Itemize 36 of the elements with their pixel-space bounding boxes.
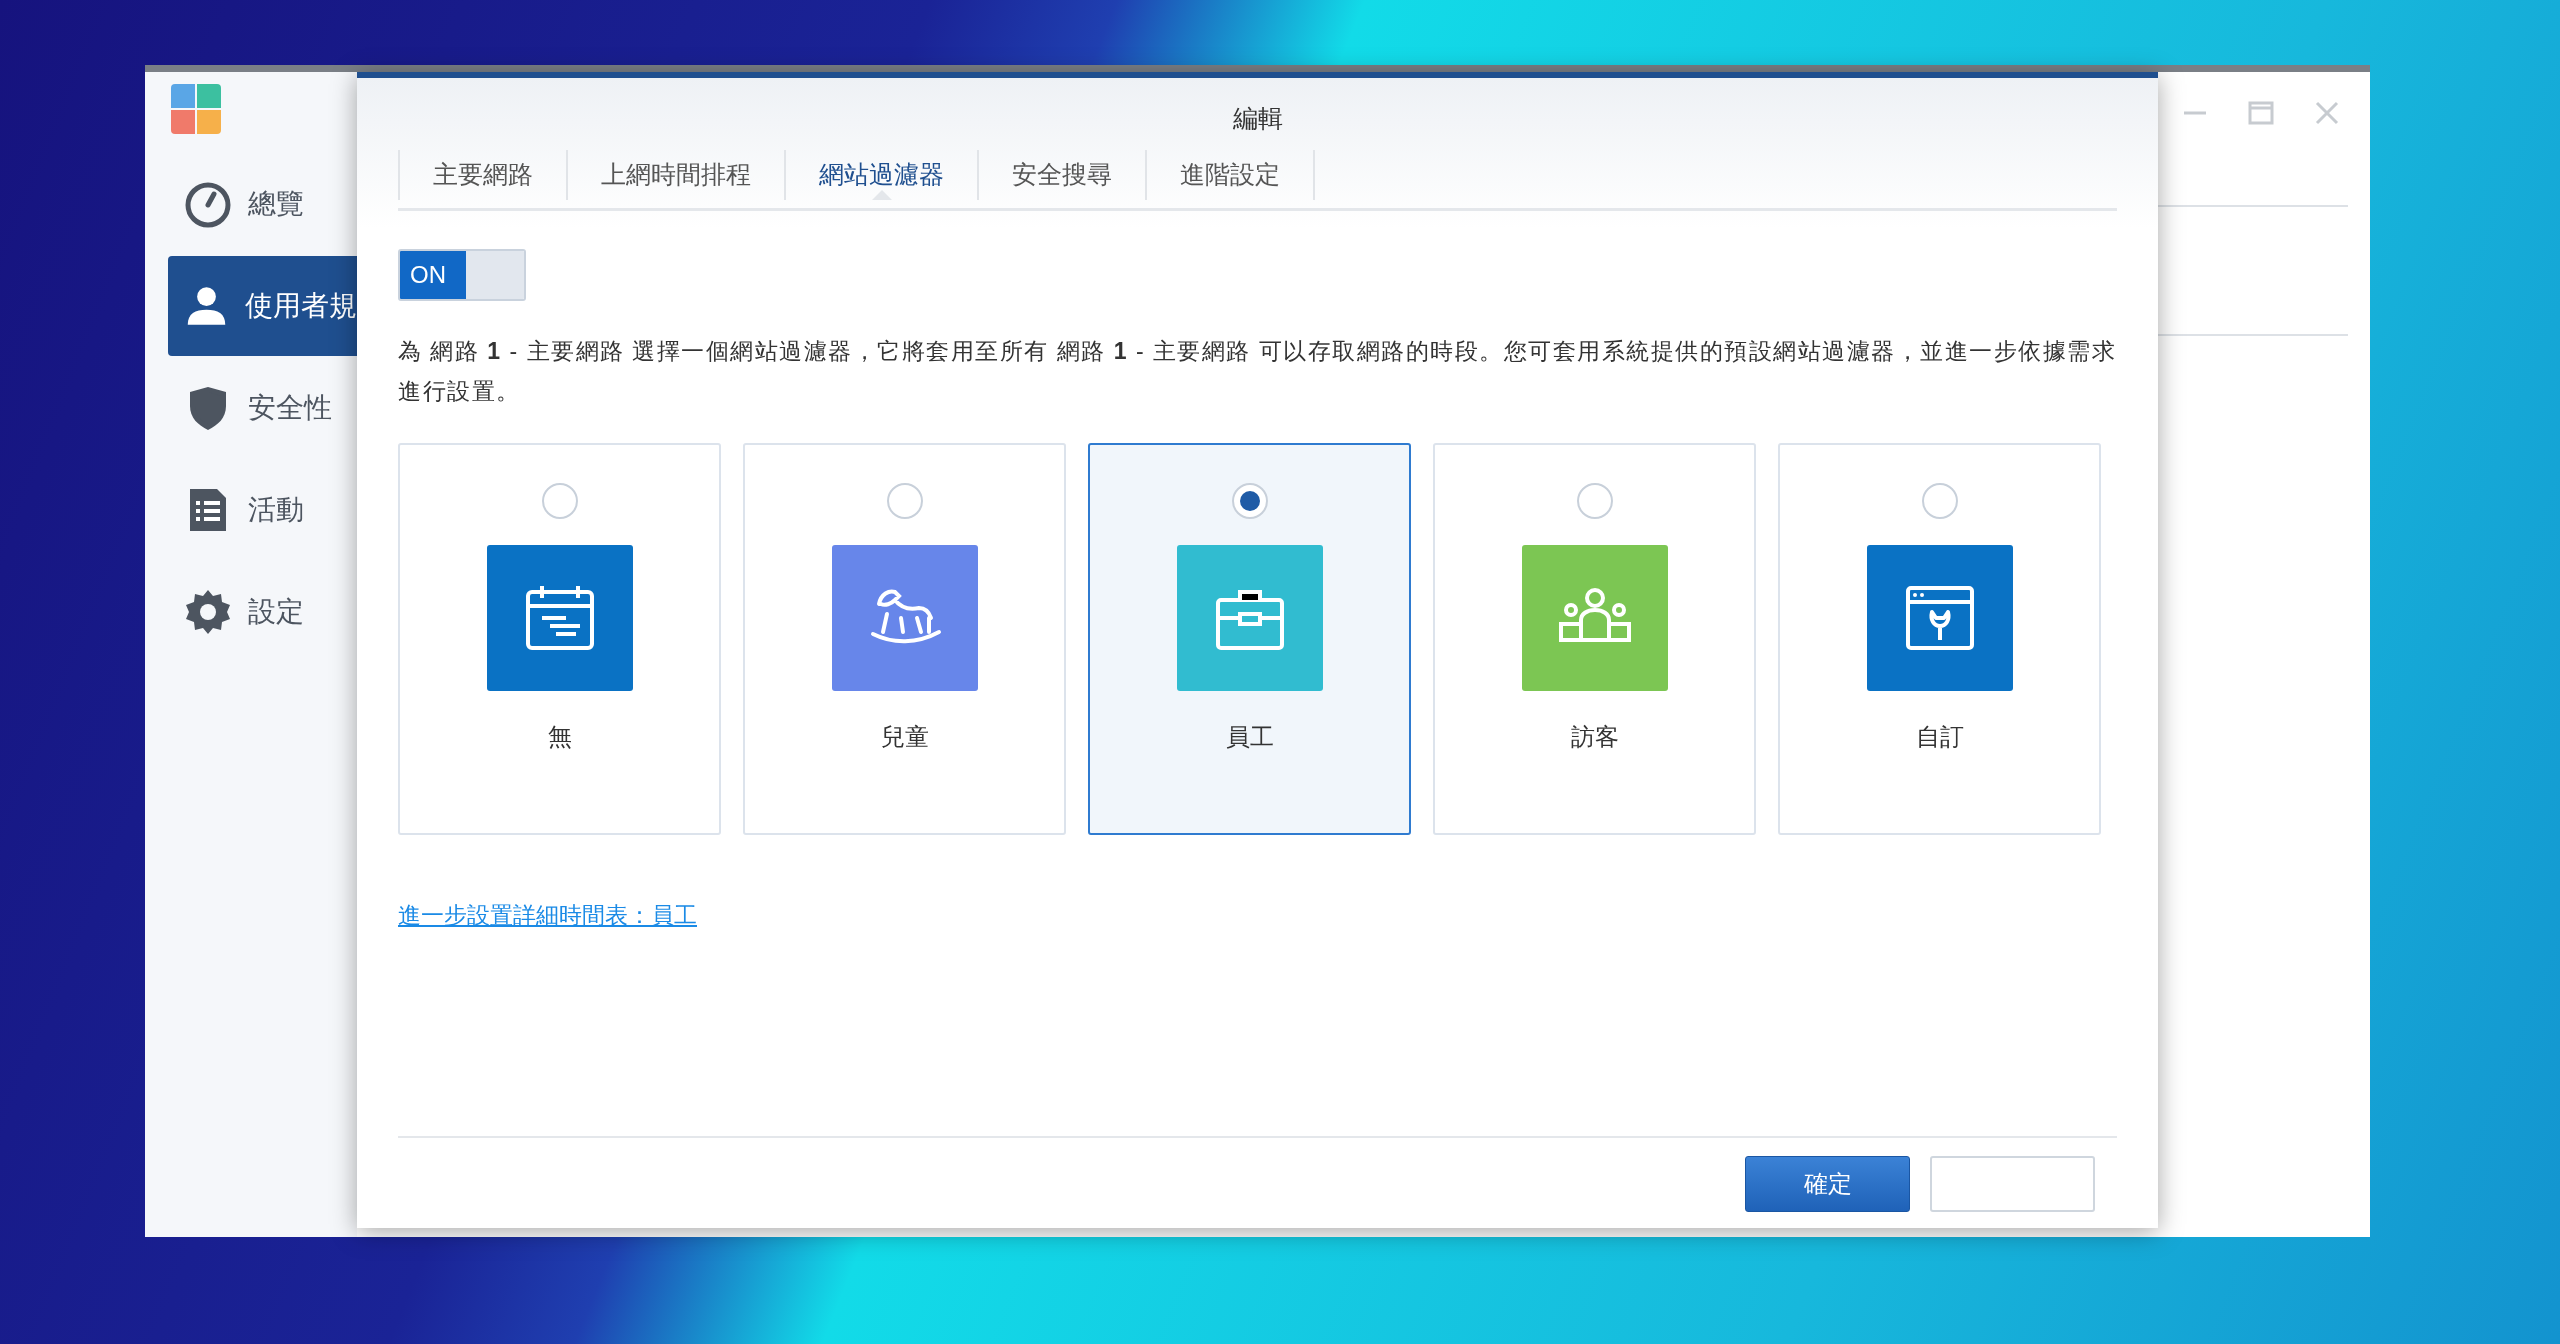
app-logo-icon <box>171 84 221 134</box>
tab[interactable]: 進階設定 <box>1147 149 1315 200</box>
tab[interactable]: 主要網路 <box>398 149 568 200</box>
description-text: 為 網路 1 - 主要網路 選擇一個網站過濾器，它將套用至所有 網路 1 - 主要網路 可以存取網路的時段。您可套用系統提供的預設網站過濾器，並進一步依據需求進行設置。 <box>398 336 2118 406</box>
secondary-button[interactable] <box>1930 1156 2095 1212</box>
filter-card[interactable]: 兒童 <box>743 442 1066 835</box>
filter-label: 員工 <box>1225 721 1274 752</box>
sidebar-item[interactable]: 總覽 <box>168 154 357 254</box>
on-off-toggle[interactable]: ON <box>398 248 526 301</box>
radio-button[interactable] <box>1576 482 1613 519</box>
radio-button[interactable] <box>541 482 578 519</box>
maximize-icon[interactable] <box>2248 100 2274 126</box>
radio-button[interactable] <box>1921 482 1958 519</box>
filter-label: 訪客 <box>1570 721 1619 752</box>
filter-label: 無 <box>547 721 572 752</box>
sidebar-item[interactable]: 安全性 <box>168 358 357 458</box>
sidebar-item[interactable]: 活動 <box>168 460 357 560</box>
gauge-icon <box>184 180 232 228</box>
filter-card[interactable]: 訪客 <box>1433 442 1756 835</box>
filter-card[interactable]: 無 <box>398 442 721 835</box>
filter-card[interactable]: 員工 <box>1088 442 1411 835</box>
schedule-link[interactable]: 進一步設置詳細時間表：員工 <box>398 901 697 928</box>
filter-label: 自訂 <box>1915 721 1964 752</box>
filter-label: 兒童 <box>880 721 929 752</box>
close-icon[interactable] <box>2314 100 2340 126</box>
tab[interactable]: 上網時間排程 <box>568 149 786 200</box>
sidebar-item[interactable]: 使用者規 <box>168 256 357 356</box>
settings-icon <box>184 588 232 636</box>
confirm-button[interactable]: 確定 <box>1745 1156 1910 1212</box>
tab[interactable]: 網站過濾器 <box>786 149 979 200</box>
radio-button[interactable] <box>1231 482 1268 519</box>
tab[interactable]: 安全搜尋 <box>979 149 1147 200</box>
filter-card[interactable]: 自訂 <box>1778 442 2101 835</box>
radio-button[interactable] <box>886 482 923 519</box>
sidebar-item[interactable]: 設定 <box>168 562 357 662</box>
dialog-title: 編輯 <box>1232 103 1283 134</box>
